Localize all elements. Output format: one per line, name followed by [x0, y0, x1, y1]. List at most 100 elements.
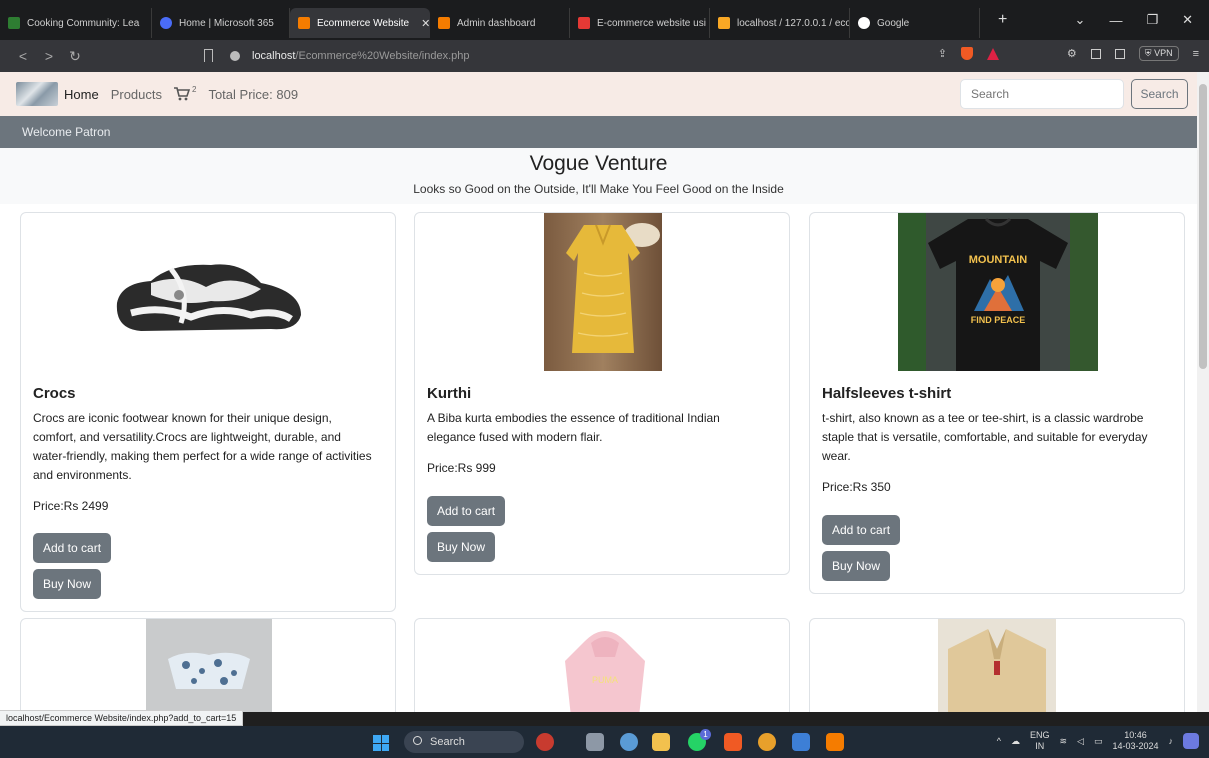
reload-icon[interactable]: ↻: [62, 48, 88, 65]
tab-title: Admin dashboard: [457, 17, 536, 29]
minimize-icon[interactable]: —: [1109, 13, 1122, 28]
youtube-favicon-icon: [578, 17, 590, 29]
product-description: t-shirt, also known as a tee or tee-shir…: [822, 411, 1148, 463]
nav-home-link[interactable]: Home: [64, 87, 99, 102]
browser-tab-bar: Cooking Community: Lea Home | Microsoft …: [0, 0, 1209, 40]
window-controls: ⌄ — ❐ ✕: [1075, 0, 1209, 40]
file-explorer-icon[interactable]: [652, 733, 670, 751]
buy-now-button[interactable]: Buy Now: [427, 532, 496, 562]
buy-now-button[interactable]: Buy Now: [822, 551, 891, 581]
windows-start-icon[interactable]: [373, 735, 389, 751]
cart-count-badge: 2: [192, 84, 197, 94]
product-image-kurthi: [544, 213, 662, 371]
product-image-pink-hoodie: PUMA: [565, 631, 645, 712]
close-window-icon[interactable]: ✕: [1182, 12, 1193, 28]
menu-icon[interactable]: ≡: [1193, 48, 1199, 60]
scrollbar-thumb[interactable]: [1199, 84, 1207, 369]
share-icon[interactable]: ⇪: [938, 47, 947, 60]
nav-products-link[interactable]: Products: [111, 87, 162, 102]
language-indicator[interactable]: ENG IN: [1030, 730, 1050, 752]
product-card-kurthi: Kurthi A Biba kurta embodies the essence…: [414, 212, 790, 575]
tab-title: localhost / 127.0.0.1 / eco: [737, 17, 850, 29]
search-button[interactable]: Search: [1131, 79, 1188, 109]
back-icon[interactable]: <: [10, 48, 36, 64]
brave-shields-icon[interactable]: [960, 47, 973, 60]
notification-bell-icon[interactable]: ♪: [1169, 736, 1174, 746]
site-logo[interactable]: [16, 82, 58, 106]
page-title: Vogue Venture: [529, 152, 668, 175]
product-card-tshirt: MOUNTAIN FIND PEACE Halfsleeves t-shirt …: [809, 212, 1185, 594]
site-info-icon[interactable]: [230, 51, 240, 61]
google-favicon-icon: [858, 17, 870, 29]
tab-microsoft-365[interactable]: Home | Microsoft 365: [152, 8, 290, 38]
tab-google[interactable]: Google: [850, 8, 980, 38]
brave-rewards-icon[interactable]: [986, 47, 999, 60]
wifi-icon[interactable]: ≋: [1059, 736, 1067, 747]
admin-favicon-icon: [438, 17, 450, 29]
product-name: Kurthi: [427, 385, 472, 402]
tab-youtube-ecommerce[interactable]: E-commerce website usi: [570, 8, 710, 38]
weather-icon[interactable]: ☁: [1011, 736, 1020, 747]
tab-search-icon[interactable]: ⌄: [1075, 12, 1086, 28]
windows-taskbar: Search 1 ^ ☁ ENG IN ≋ ◁ ▭ 10:46 14-03-20…: [0, 726, 1209, 758]
browser-address-bar: < > ↻ localhost/Ecommerce%20Website/inde…: [0, 40, 1209, 72]
tab-title: Ecommerce Website: [317, 17, 410, 29]
vscode-icon[interactable]: [792, 733, 810, 751]
page-scrollbar[interactable]: [1197, 72, 1209, 712]
buy-now-button[interactable]: Buy Now: [33, 569, 102, 599]
volume-icon[interactable]: ◁: [1077, 736, 1084, 747]
tab-phpmyadmin[interactable]: localhost / 127.0.0.1 / eco: [710, 8, 850, 38]
tab-admin-dashboard[interactable]: Admin dashboard: [430, 8, 570, 38]
add-to-cart-button[interactable]: Add to cart: [33, 533, 112, 563]
add-to-cart-button[interactable]: Add to cart: [427, 496, 506, 526]
url-field[interactable]: localhost/Ecommerce%20Website/index.php: [230, 46, 469, 66]
tshirt-print-line2: FIND PEACE: [971, 315, 1026, 325]
copilot-icon[interactable]: [1183, 733, 1199, 749]
wallet-icon[interactable]: [1114, 48, 1125, 59]
battery-icon[interactable]: ▭: [1094, 736, 1103, 747]
bookmark-icon[interactable]: [204, 49, 213, 62]
add-to-cart-button[interactable]: Add to cart: [822, 515, 901, 545]
cart-icon[interactable]: [174, 87, 190, 101]
sidebar-icon[interactable]: [1090, 48, 1101, 59]
taskbar-food-app-icon[interactable]: [536, 733, 554, 751]
product-description: Crocs are iconic footwear known for thei…: [33, 411, 372, 482]
restore-icon[interactable]: ❐: [1146, 12, 1158, 28]
region-code: IN: [1035, 741, 1045, 751]
svg-text:PUMA: PUMA: [592, 675, 618, 685]
tab-title: Cooking Community: Lea: [27, 17, 140, 29]
microsoft-365-favicon-icon: [160, 17, 172, 29]
product-price: Price:Rs 350: [822, 480, 891, 494]
tab-ecommerce-website[interactable]: Ecommerce Website ✕: [290, 8, 430, 38]
taskbar-search-label: Search: [430, 736, 465, 748]
ecommerce-app-icon[interactable]: [826, 733, 844, 751]
tab-title: E-commerce website usi: [597, 17, 706, 29]
page-viewport: Home Products 2 Total Price: 809 Search …: [0, 72, 1197, 712]
page-tagline: Looks so Good on the Outside, It'll Make…: [413, 182, 784, 196]
extensions-icon[interactable]: ⚙: [1067, 47, 1077, 60]
forward-icon[interactable]: >: [36, 48, 62, 64]
whatsapp-badge: 1: [700, 729, 711, 740]
vpn-button[interactable]: ⛨ VPN: [1138, 46, 1179, 61]
product-image-tshirt: MOUNTAIN FIND PEACE: [898, 213, 1098, 371]
brave-browser-icon[interactable]: [724, 733, 742, 751]
search-icon: [413, 736, 422, 745]
language-code: ENG: [1029, 730, 1050, 740]
chrome-icon[interactable]: [758, 733, 776, 751]
close-tab-icon[interactable]: ✕: [421, 17, 430, 30]
search-input[interactable]: [960, 79, 1124, 109]
cooking-favicon-icon: [8, 17, 20, 29]
ecommerce-favicon-icon: [298, 17, 310, 29]
task-view-icon[interactable]: [586, 733, 604, 751]
product-name: Halfsleeves t-shirt: [822, 385, 952, 402]
product-card-crocs: Crocs Crocs are iconic footwear known fo…: [20, 212, 396, 612]
tab-cooking-community[interactable]: Cooking Community: Lea: [0, 8, 152, 38]
hero-section: Vogue Venture Looks so Good on the Outsi…: [0, 148, 1197, 204]
url-host: localhost: [252, 50, 296, 62]
show-hidden-icons-icon[interactable]: ^: [997, 736, 1001, 746]
address-bar-actions: ⇪ ⚙ ⛨ VPN ≡: [938, 46, 1199, 61]
taskbar-search[interactable]: Search: [404, 731, 524, 753]
clock[interactable]: 10:46 14-03-2024: [1112, 730, 1158, 752]
new-tab-button[interactable]: +: [998, 11, 1007, 29]
settings-icon[interactable]: [620, 733, 638, 751]
